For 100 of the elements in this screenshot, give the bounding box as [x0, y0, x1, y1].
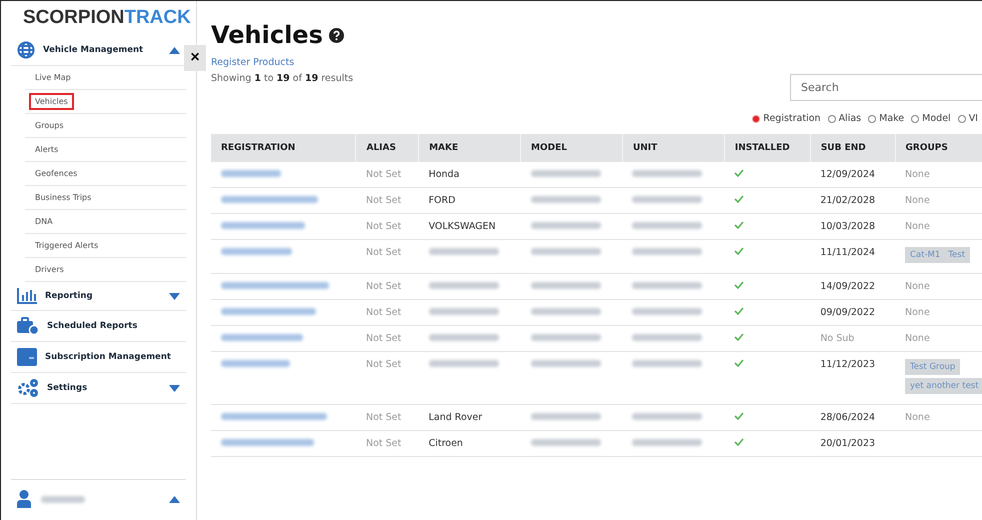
submenu-item[interactable]: Alerts [29, 141, 64, 158]
redacted-text [428, 248, 499, 255]
table-cell: 21/02/2028 [810, 188, 895, 214]
redacted-text [530, 308, 601, 315]
table-cell: 09/09/2022 [810, 300, 895, 326]
redacted-text [632, 308, 702, 315]
radio-button[interactable] [958, 114, 966, 122]
submenu-item[interactable]: Geofences [29, 165, 84, 182]
table-cell: Not Set [356, 240, 419, 274]
redacted-text [530, 360, 601, 367]
table-cell: 11/11/2024 [810, 240, 895, 274]
redacted-text [428, 334, 499, 341]
redacted-text [530, 170, 601, 177]
redacted-text [530, 334, 601, 341]
redacted-text [632, 282, 702, 289]
redacted-text [530, 282, 601, 289]
redacted-text [530, 196, 601, 203]
groups-text: None [905, 333, 930, 344]
menu-item[interactable]: Settings [11, 373, 186, 404]
table-cell: 14/09/2022 [810, 274, 895, 300]
card-icon [17, 348, 37, 366]
register-products-link[interactable]: Register Products [211, 57, 294, 68]
radio-button[interactable] [911, 114, 920, 122]
radio-label[interactable]: Model [922, 113, 951, 124]
table-cell: Not Set [356, 352, 419, 404]
column-header[interactable]: SUB END [810, 134, 895, 162]
groups-text: None [905, 221, 930, 232]
redacted-text [632, 196, 702, 203]
gears-icon [17, 379, 39, 397]
logo: SCORPIONTRACK [23, 7, 191, 29]
table-cell: Not Set [356, 430, 419, 456]
redacted-text [632, 439, 702, 446]
table-cell: Citroen [418, 430, 521, 456]
column-header[interactable]: MODEL [520, 134, 622, 162]
radio-button[interactable] [752, 114, 760, 122]
column-header[interactable]: GROUPS [895, 134, 982, 162]
redacted-text [530, 413, 601, 420]
close-button[interactable]: × [184, 45, 206, 71]
submenu-item[interactable]: Groups [29, 117, 70, 134]
caret-icon[interactable] [169, 384, 180, 392]
submenu-item[interactable]: Drivers [29, 261, 70, 278]
redacted-text [632, 413, 702, 420]
submenu-item[interactable]: Business Trips [29, 189, 98, 206]
search-field[interactable]: Search [790, 74, 982, 101]
radio-label[interactable]: Registration [763, 113, 821, 124]
help-icon[interactable] [328, 28, 344, 42]
table-cell: FORD [418, 188, 521, 214]
table-cell: No Sub [810, 326, 895, 352]
submenu-item[interactable]: Vehicles [29, 93, 74, 110]
redacted-text [41, 496, 85, 502]
submenu-item[interactable]: Live Map [29, 69, 77, 86]
column-header[interactable]: UNIT [622, 134, 724, 162]
menu-item[interactable]: Reporting [11, 282, 186, 311]
redacted-text [632, 170, 702, 177]
table-cell: Not Set [356, 274, 419, 300]
radio-button[interactable] [868, 114, 876, 122]
radio-label[interactable]: VI [968, 113, 978, 124]
menu-item[interactable]: Scheduled Reports [11, 311, 186, 342]
caret-icon[interactable] [169, 46, 180, 54]
redacted-text [632, 334, 702, 341]
table-cell: Not Set [356, 214, 419, 240]
table-cell: VOLKSWAGEN [418, 214, 521, 240]
submenu-item[interactable]: Triggered Alerts [29, 237, 104, 254]
redacted-text [428, 282, 499, 289]
groups-text: None [905, 281, 930, 292]
table-cell: 28/06/2024 [810, 404, 895, 430]
table-cell: Not Set [356, 300, 419, 326]
menu-item[interactable]: Subscription Management [11, 342, 186, 373]
radio-label[interactable]: Alias [838, 113, 862, 124]
redacted-text [428, 308, 499, 315]
column-header[interactable]: INSTALLED [724, 134, 810, 162]
groups-text: None [905, 169, 930, 180]
groups-text: None [905, 307, 930, 318]
table-cell: Not Set [356, 162, 419, 188]
redacted-text [632, 222, 702, 229]
table-cell: 10/03/2028 [810, 214, 895, 240]
column-header[interactable]: MAKE [418, 134, 521, 162]
redacted-text [632, 248, 702, 255]
column-header[interactable]: ALIAS [356, 134, 419, 162]
redacted-text [530, 248, 601, 255]
page-title: Vehicles [211, 21, 323, 49]
redacted-text [530, 439, 601, 446]
table-cell: 11/12/2023 [810, 352, 895, 404]
briefcase-clock-icon [17, 317, 39, 335]
table-cell: Land Rover [418, 404, 521, 430]
table-cell: Not Set [356, 188, 419, 214]
radio-label[interactable]: Make [879, 113, 904, 124]
groups-text: None [905, 412, 930, 423]
user-icon [17, 490, 31, 508]
groups-text: None [905, 195, 930, 206]
table-cell: Honda [418, 162, 521, 188]
caret-icon[interactable] [169, 292, 180, 300]
submenu-item[interactable]: DNA [29, 213, 59, 230]
table-cell: 12/09/2024 [810, 162, 895, 188]
bar-chart-icon [17, 288, 37, 304]
caret-icon[interactable] [169, 496, 180, 502]
column-header[interactable]: REGISTRATION [211, 134, 356, 162]
radio-button[interactable] [828, 114, 836, 122]
table-cell: 20/01/2023 [810, 430, 895, 456]
redacted-text [530, 222, 601, 229]
